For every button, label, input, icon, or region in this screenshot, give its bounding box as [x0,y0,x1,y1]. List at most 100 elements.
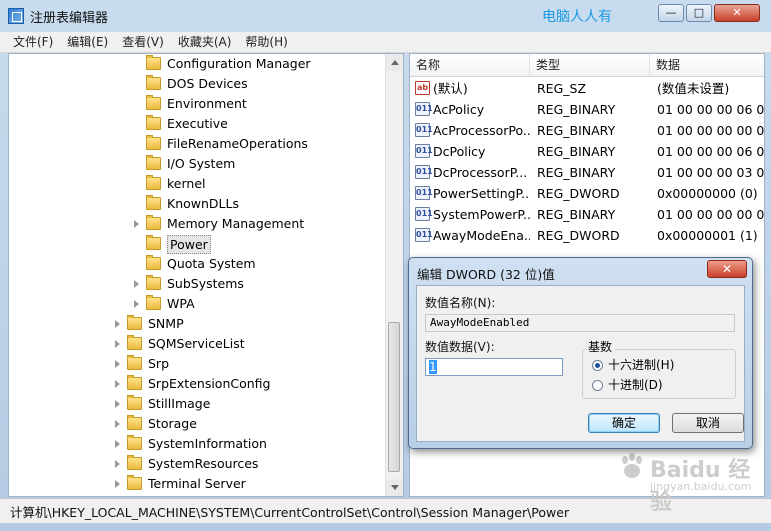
folder-icon [146,95,161,110]
folder-icon [146,155,161,170]
cell-name: AwayModeEna... [433,228,530,243]
registry-path: 计算机\HKEY_LOCAL_MACHINE\SYSTEM\CurrentCon… [10,505,570,520]
scroll-thumb[interactable] [388,322,400,472]
menu-bar: 文件(F) 编辑(E) 查看(V) 收藏夹(A) 帮助(H) [0,32,771,53]
radio-decimal[interactable]: 十进制(D) [592,378,663,392]
folder-icon [127,455,142,470]
menu-help[interactable]: 帮助(H) [238,32,294,52]
column-header-data[interactable]: 数据 [650,54,764,76]
expand-arrow-icon[interactable] [115,380,120,388]
cell-type: REG_DWORD [537,186,620,201]
folder-icon [146,115,161,130]
watermark-text: 电脑人人有 [542,9,612,25]
list-row[interactable]: 011 DcPolicy REG_BINARY 01 00 00 00 06 00 [410,141,765,162]
list-row[interactable]: 011 SystemPowerP... REG_BINARY 01 00 00 00 … [410,204,764,225]
list-row[interactable]: 011 AwayModeEna... REG_DWORD 0x00000001 (1) [410,225,764,246]
value-name-field: AwayModeEnabled [425,314,735,332]
folder-icon [146,235,161,250]
tree-item-label: Environment [167,96,247,111]
tree-item-label: Configuration Manager [167,56,311,71]
expand-arrow-icon[interactable] [134,280,139,288]
cancel-button[interactable]: 取消 [672,413,744,433]
folder-icon [127,315,142,330]
expand-arrow-icon[interactable] [115,400,120,408]
tree-item-label: StillImage [148,396,211,411]
cell-name: PowerSettingP... [433,186,530,201]
baidu-url-text: jingyan.baidu.com [650,480,752,493]
cell-data: 01 00 00 00 00 00 [657,123,765,138]
expand-arrow-icon[interactable] [115,320,120,328]
cell-type: REG_DWORD [537,228,620,243]
edit-dword-dialog: 编辑 DWORD (32 位)值 ✕ 数值名称(N): AwayModeEnab… [408,257,753,449]
dialog-title: 编辑 DWORD (32 位)值 [417,267,555,282]
folder-icon [146,55,161,70]
cell-name: SystemPowerP... [433,207,530,222]
scroll-down-arrow-icon[interactable] [386,479,403,496]
dialog-close-button[interactable]: ✕ [707,260,747,278]
column-header-type[interactable]: 类型 [530,54,650,76]
cell-name: AcPolicy [433,102,485,117]
folder-icon [127,415,142,430]
radio-unchecked-icon [592,380,603,391]
list-row[interactable]: 011 DcProcessorP... REG_BINARY 01 00 00 00 … [410,162,764,183]
close-button[interactable]: ✕ [714,4,760,22]
value-data-text: 1 [429,360,437,374]
ok-button[interactable]: 确定 [588,413,660,433]
list-row[interactable]: 011 AcPolicy REG_BINARY 01 00 00 00 06 00 [410,99,765,120]
expand-arrow-icon[interactable] [115,420,120,428]
list-row[interactable]: 011 AcProcessorPo... REG_BINARY 01 00 00 00… [410,120,765,141]
list-row[interactable]: ab (默认) REG_SZ (数值未设置) [410,78,764,99]
folder-icon [146,255,161,270]
expand-arrow-icon[interactable] [115,480,120,488]
tree-item-label: Executive [167,116,228,131]
list-row[interactable]: 011 PowerSettingP... REG_DWORD 0x00000000 (… [410,183,764,204]
cell-type: REG_BINARY [537,144,616,159]
maximize-button[interactable]: □ [686,4,712,22]
registry-key-tree[interactable]: Terminal Server SystemResources SystemInfo… [8,53,404,497]
tree-item-label: Memory Management [167,216,305,231]
folder-icon [127,355,142,370]
binary-value-icon: 011 [415,207,433,221]
list-header: 名称 类型 数据 [410,54,764,77]
column-header-name[interactable]: 名称 [410,54,530,76]
cell-data: 01 00 00 00 06 00 [657,102,765,117]
value-name-label: 数值名称(N): [425,296,496,310]
tree-item-label: SNMP [148,316,184,331]
menu-file[interactable]: 文件(F) [6,32,60,52]
tree-item-label: FileRenameOperations [167,136,308,151]
binary-value-icon: 011 [415,102,433,116]
menu-favorites[interactable]: 收藏夹(A) [171,32,239,52]
cell-data: 01 00 00 00 06 00 [657,144,765,159]
dialog-body: 数值名称(N): AwayModeEnabled 数值数据(V): 1 基数 十… [416,285,745,442]
radio-checked-icon [592,360,603,371]
string-value-icon: ab [415,81,430,95]
cell-type: REG_BINARY [537,123,616,138]
expand-arrow-icon[interactable] [134,220,139,228]
binary-value-icon: 011 [415,144,433,158]
radio-hexadecimal[interactable]: 十六进制(H) [592,358,674,372]
tree-item-label: KnownDLLs [167,196,239,211]
expand-arrow-icon[interactable] [115,360,120,368]
minimize-button[interactable]: — [658,4,684,22]
folder-icon [146,215,161,230]
expand-arrow-icon[interactable] [115,460,120,468]
cell-name: AcProcessorPo... [433,123,530,138]
tree-item-label: Quota System [167,256,256,271]
folder-icon [127,435,142,450]
cell-data: (数值未设置) [657,81,730,96]
menu-edit[interactable]: 编辑(E) [60,32,115,52]
scroll-up-arrow-icon[interactable] [386,54,403,71]
tree-item-label: SystemResources [148,456,259,471]
tree-item-label: SQMServiceList [148,336,245,351]
value-data-input[interactable]: 1 [425,358,563,376]
menu-view[interactable]: 查看(V) [115,32,171,52]
tree-scrollbar[interactable] [385,54,403,496]
expand-arrow-icon[interactable] [115,340,120,348]
cell-type: REG_BINARY [537,102,616,117]
base-label: 基数 [585,338,616,355]
expand-arrow-icon[interactable] [134,300,139,308]
tree-item-label: Terminal Server [148,476,246,491]
title-bar: 注册表编辑器 电脑人人有 — □ ✕ [0,0,771,32]
tree-item-label: Power [167,235,211,254]
expand-arrow-icon[interactable] [115,440,120,448]
